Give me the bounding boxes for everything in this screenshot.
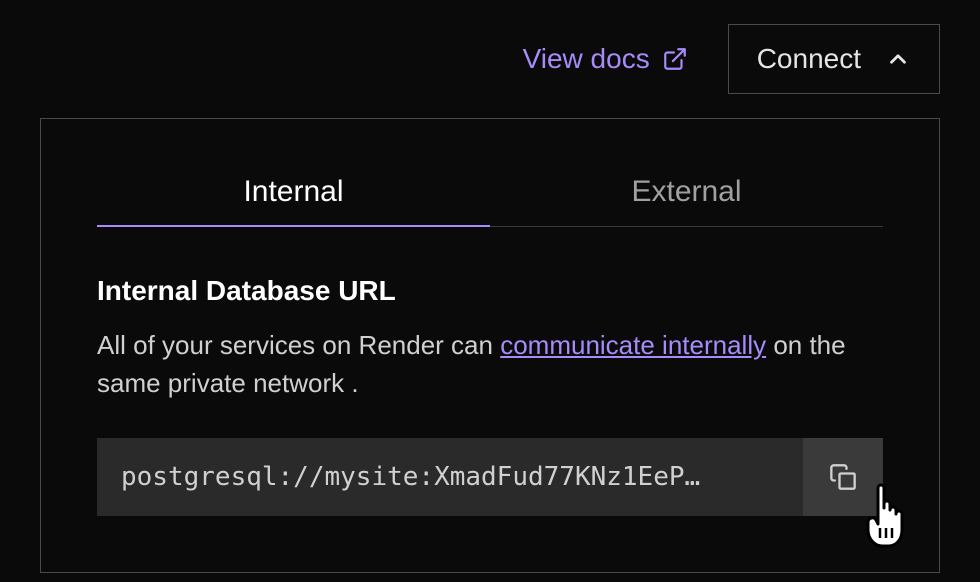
communicate-internally-link[interactable]: communicate internally: [500, 330, 766, 360]
tab-internal[interactable]: Internal: [97, 159, 490, 227]
connect-button[interactable]: Connect: [728, 24, 940, 94]
connect-label: Connect: [757, 43, 861, 75]
tab-external[interactable]: External: [490, 159, 883, 227]
chevron-up-icon: [885, 46, 911, 72]
copy-button[interactable]: [803, 438, 883, 516]
internal-content: Internal Database URL All of your servic…: [97, 275, 883, 516]
external-link-icon: [662, 46, 688, 72]
url-row: postgresql://mysite:XmadFud77KNz1EeP…: [97, 438, 883, 516]
view-docs-link[interactable]: View docs: [523, 43, 688, 75]
section-description: All of your services on Render can commu…: [97, 327, 883, 402]
section-title: Internal Database URL: [97, 275, 883, 307]
desc-prefix: All of your services on Render can: [97, 330, 500, 360]
database-url-field[interactable]: postgresql://mysite:XmadFud77KNz1EeP…: [97, 438, 803, 516]
connection-panel: Internal External Internal Database URL …: [40, 118, 940, 573]
copy-icon: [829, 463, 857, 491]
view-docs-label: View docs: [523, 43, 650, 75]
tabs-row: Internal External: [97, 159, 883, 227]
